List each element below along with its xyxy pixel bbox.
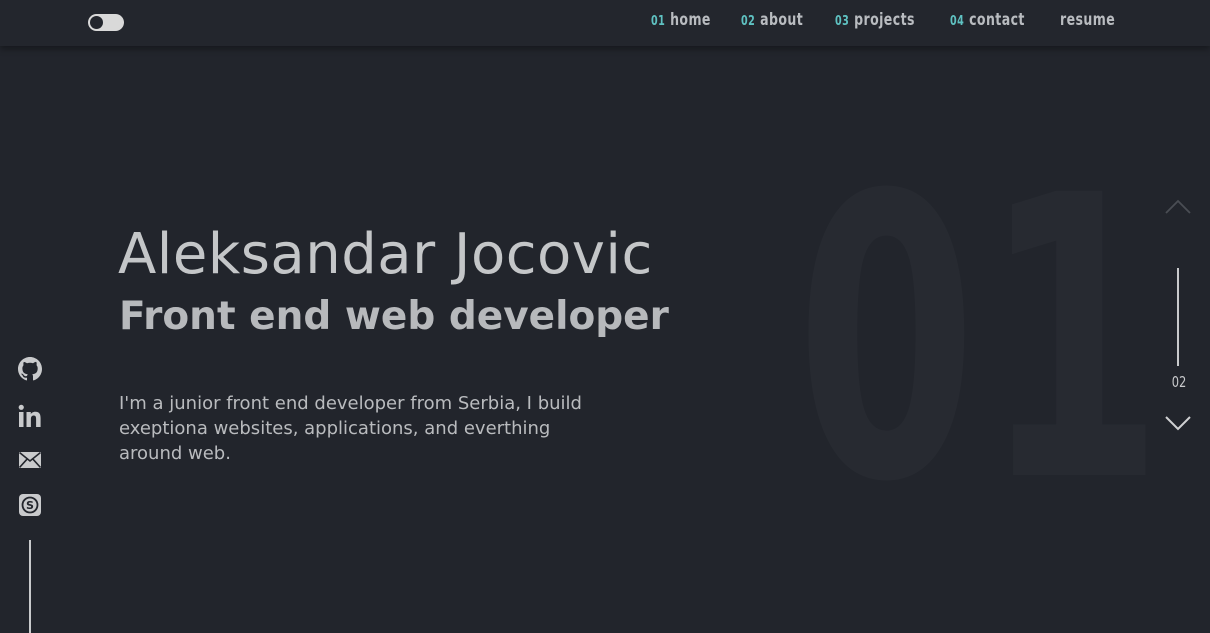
- nav-item-label: contact: [969, 10, 1025, 30]
- svg-text:S: S: [26, 499, 34, 512]
- theme-toggle[interactable]: [88, 14, 124, 31]
- nav-item-resume[interactable]: resume: [1060, 10, 1115, 30]
- linkedin-icon[interactable]: [18, 404, 42, 428]
- pager-progress-line: [1177, 268, 1179, 366]
- nav-item-label: home: [670, 10, 711, 30]
- mail-icon[interactable]: [18, 450, 42, 470]
- nav-item-number: 04: [950, 14, 965, 29]
- toggle-knob: [90, 16, 103, 29]
- pager-next-number: 02: [1171, 373, 1187, 391]
- nav-item-home[interactable]: 01 home: [651, 10, 711, 30]
- top-navbar: 01 home 02 about 03 projects 04 contact resu…: [0, 0, 1210, 46]
- nav-item-label: projects: [854, 10, 915, 30]
- social-divider-line: [29, 540, 31, 633]
- nav-item-about[interactable]: 02 about: [741, 10, 803, 30]
- skype-icon[interactable]: S: [18, 493, 42, 517]
- nav-item-number: 03: [835, 14, 850, 29]
- hero-name: Aleksandar Jocovic: [118, 222, 653, 287]
- hero-bio: I'm a junior front end developer from Se…: [119, 393, 582, 464]
- nav-item-number: 02: [741, 14, 756, 29]
- background-section-number: 01: [796, 113, 1170, 567]
- chevron-down-icon[interactable]: [1164, 414, 1192, 432]
- github-icon[interactable]: [18, 357, 42, 381]
- chevron-up-icon[interactable]: [1164, 198, 1192, 214]
- nav-item-projects[interactable]: 03 projects: [835, 10, 915, 30]
- nav-item-contact[interactable]: 04 contact: [950, 10, 1025, 30]
- hero-role: Front end web developer: [119, 294, 669, 339]
- nav-item-label: about: [760, 10, 804, 30]
- nav-item-number: 01: [651, 14, 666, 29]
